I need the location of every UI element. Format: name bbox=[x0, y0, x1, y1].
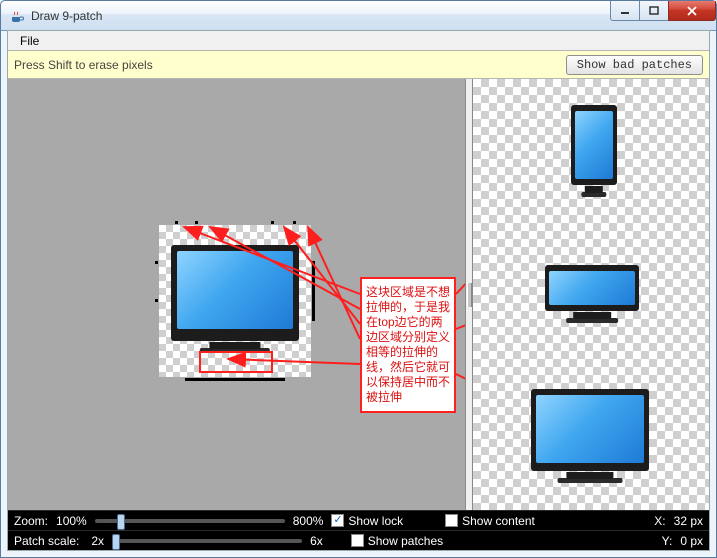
cursor-x-label: X: bbox=[654, 514, 665, 528]
app-frame: File Press Shift to erase pixels Show ba… bbox=[7, 30, 710, 551]
patch-scale-slider[interactable] bbox=[112, 539, 302, 543]
show-patches-checkbox[interactable] bbox=[351, 534, 364, 547]
show-patches-label: Show patches bbox=[368, 534, 443, 548]
patch-scale-slider-thumb[interactable] bbox=[112, 534, 120, 550]
help-text: Press Shift to erase pixels bbox=[14, 58, 153, 72]
top-patch-marker[interactable] bbox=[195, 221, 198, 224]
close-icon bbox=[686, 5, 698, 17]
bottom-content-marker[interactable] bbox=[185, 378, 285, 381]
help-toolbar: Press Shift to erase pixels Show bad pat… bbox=[8, 51, 709, 79]
zoom-slider-thumb[interactable] bbox=[117, 514, 125, 530]
preview-both-stretch bbox=[531, 389, 649, 471]
top-patch-marker[interactable] bbox=[175, 221, 178, 224]
java-cup-icon bbox=[9, 8, 25, 24]
sprite-canvas[interactable] bbox=[153, 219, 317, 383]
show-bad-patches-button[interactable]: Show bad patches bbox=[566, 55, 703, 75]
show-content-label: Show content bbox=[462, 514, 535, 528]
menu-bar: File bbox=[8, 31, 709, 51]
window-title: Draw 9-patch bbox=[31, 9, 611, 23]
top-patch-marker[interactable] bbox=[271, 221, 274, 224]
right-content-marker[interactable] bbox=[312, 261, 315, 321]
edit-pane[interactable]: 这块区域是不想拉伸的，于是我在top边它的两边区域分别定义相等的拉伸的线，然后它… bbox=[8, 79, 465, 510]
annotation-highlight-box bbox=[199, 351, 273, 373]
maximize-icon bbox=[649, 6, 659, 16]
workspace: 这块区域是不想拉伸的，于是我在top边它的两边区域分别定义相等的拉伸的线，然后它… bbox=[8, 79, 709, 510]
patch-scale-max-label: 6x bbox=[310, 534, 323, 548]
zoom-max-label: 800% bbox=[293, 514, 324, 528]
left-patch-marker[interactable] bbox=[155, 299, 158, 302]
cursor-x-value: 32 px bbox=[674, 514, 703, 528]
top-patch-marker[interactable] bbox=[293, 221, 296, 224]
maximize-button[interactable] bbox=[639, 1, 669, 21]
menu-file[interactable]: File bbox=[14, 32, 45, 50]
left-patch-marker[interactable] bbox=[155, 261, 158, 264]
zoom-slider[interactable] bbox=[95, 519, 285, 523]
preview-horizontal-stretch bbox=[545, 265, 639, 311]
pane-splitter[interactable] bbox=[465, 79, 473, 510]
annotation-callout: 这块区域是不想拉伸的，于是我在top边它的两边区域分别定义相等的拉伸的线，然后它… bbox=[360, 277, 456, 413]
minimize-button[interactable] bbox=[610, 1, 640, 21]
preview-vertical-stretch bbox=[571, 105, 617, 185]
status-row-scale: Patch scale: 2x 6x Show patches Y: 0 px bbox=[8, 530, 709, 550]
zoom-min-label: 100% bbox=[56, 514, 87, 528]
window-controls bbox=[611, 1, 716, 30]
status-row-zoom: Zoom: 100% 800% ✓Show lock Show content … bbox=[8, 510, 709, 530]
patch-scale-label: Patch scale: bbox=[14, 534, 79, 548]
patch-scale-min-label: 2x bbox=[91, 534, 104, 548]
show-lock-checkbox[interactable]: ✓ bbox=[331, 514, 344, 527]
preview-pane bbox=[473, 79, 709, 510]
status-bar: Zoom: 100% 800% ✓Show lock Show content … bbox=[8, 510, 709, 550]
show-content-checkbox[interactable] bbox=[445, 514, 458, 527]
window-titlebar: Draw 9-patch bbox=[1, 1, 716, 31]
cursor-y-value: 0 px bbox=[680, 534, 703, 548]
minimize-icon bbox=[620, 6, 630, 16]
show-lock-label: Show lock bbox=[348, 514, 403, 528]
close-button[interactable] bbox=[668, 1, 716, 21]
sprite-image bbox=[171, 245, 299, 341]
cursor-y-label: Y: bbox=[662, 534, 673, 548]
zoom-label: Zoom: bbox=[14, 514, 48, 528]
